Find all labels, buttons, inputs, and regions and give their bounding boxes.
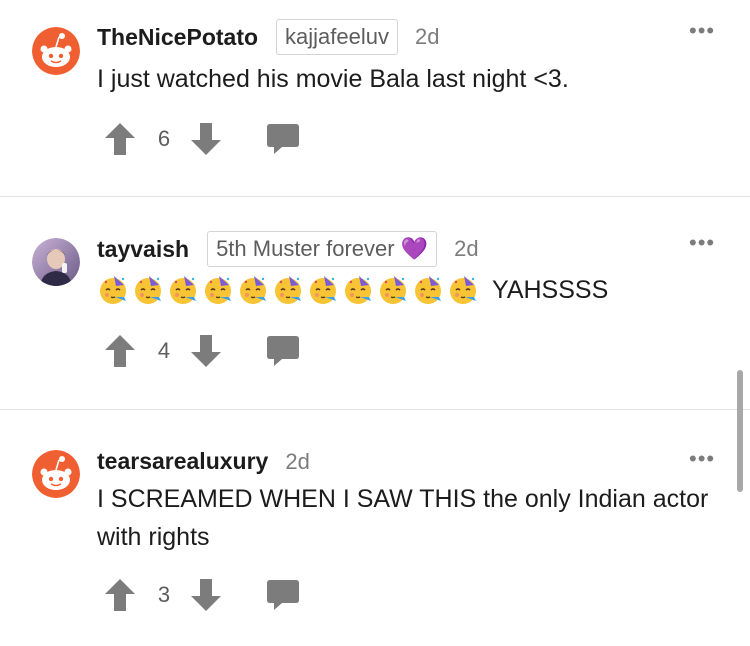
downvote-arrow-icon[interactable] xyxy=(190,334,222,368)
downvote-arrow-icon[interactable] xyxy=(190,122,222,156)
snoo-avatar-icon xyxy=(32,450,80,498)
upvote-arrow-icon[interactable] xyxy=(104,334,136,368)
partying-face-emoji xyxy=(275,276,301,304)
comment-meta: tayvaish 5th Muster forever 💜 2d xyxy=(97,231,479,267)
username[interactable]: TheNicePotato xyxy=(97,24,258,51)
comment-bubble-icon[interactable] xyxy=(266,579,300,611)
partying-face-emoji xyxy=(450,276,476,304)
upvote-arrow-icon[interactable] xyxy=(104,578,136,612)
partying-face-emoji xyxy=(415,276,441,304)
timestamp: 2d xyxy=(454,236,479,261)
username[interactable]: tearsarealuxury xyxy=(97,448,268,475)
vote-count: 4 xyxy=(157,338,171,363)
comment-meta: TheNicePotato kajjafeeluv 2d xyxy=(97,19,439,55)
snoo-avatar-icon xyxy=(32,27,80,75)
comment-body: YAHSSSS xyxy=(97,271,717,309)
downvote-arrow-icon[interactable] xyxy=(190,578,222,612)
partying-face-emoji xyxy=(380,276,406,304)
vote-count: 3 xyxy=(157,582,171,607)
comment-actions: 3 xyxy=(104,577,300,613)
timestamp: 2d xyxy=(414,24,440,49)
username[interactable]: tayvaish xyxy=(97,236,189,263)
more-options-icon[interactable]: ••• xyxy=(689,18,715,44)
partying-face-emoji xyxy=(135,276,161,304)
scrollbar[interactable] xyxy=(737,370,743,492)
comment-3: tearsarealuxury 2d ••• I SCREAMED WHEN I… xyxy=(0,410,750,646)
comment-1: TheNicePotato kajjafeeluv 2d ••• I just … xyxy=(0,0,750,196)
comment-body: I just watched his movie Bala last night… xyxy=(97,65,569,93)
partying-face-emoji xyxy=(345,276,371,304)
comment-2: tayvaish 5th Muster forever 💜 2d ••• YAH… xyxy=(0,197,750,409)
upvote-arrow-icon[interactable] xyxy=(104,122,136,156)
more-options-icon[interactable]: ••• xyxy=(689,446,715,472)
user-flair: kajjafeeluv xyxy=(276,19,398,55)
comment-actions: 4 xyxy=(104,333,300,369)
partying-face-emoji xyxy=(170,276,196,304)
comment-meta: tearsarealuxury 2d xyxy=(97,448,310,475)
timestamp: 2d xyxy=(285,448,310,474)
partying-face-emoji xyxy=(205,276,231,304)
comment-bubble-icon[interactable] xyxy=(266,123,300,155)
avatar[interactable] xyxy=(32,238,80,286)
partying-face-emoji xyxy=(310,276,336,304)
comment-actions: 6 xyxy=(104,121,300,157)
avatar[interactable] xyxy=(32,27,80,75)
partying-face-emoji xyxy=(100,276,126,304)
user-photo-avatar xyxy=(32,238,80,286)
more-options-icon[interactable]: ••• xyxy=(689,230,715,256)
comment-text: YAHSSSS xyxy=(492,276,609,304)
comment-bubble-icon[interactable] xyxy=(266,335,300,367)
vote-count: 6 xyxy=(157,126,171,151)
partying-face-emoji xyxy=(240,276,266,304)
avatar[interactable] xyxy=(32,450,80,498)
comment-body: I SCREAMED WHEN I SAW THIS the only Indi… xyxy=(97,485,709,551)
user-flair: 5th Muster forever 💜 xyxy=(207,231,438,267)
